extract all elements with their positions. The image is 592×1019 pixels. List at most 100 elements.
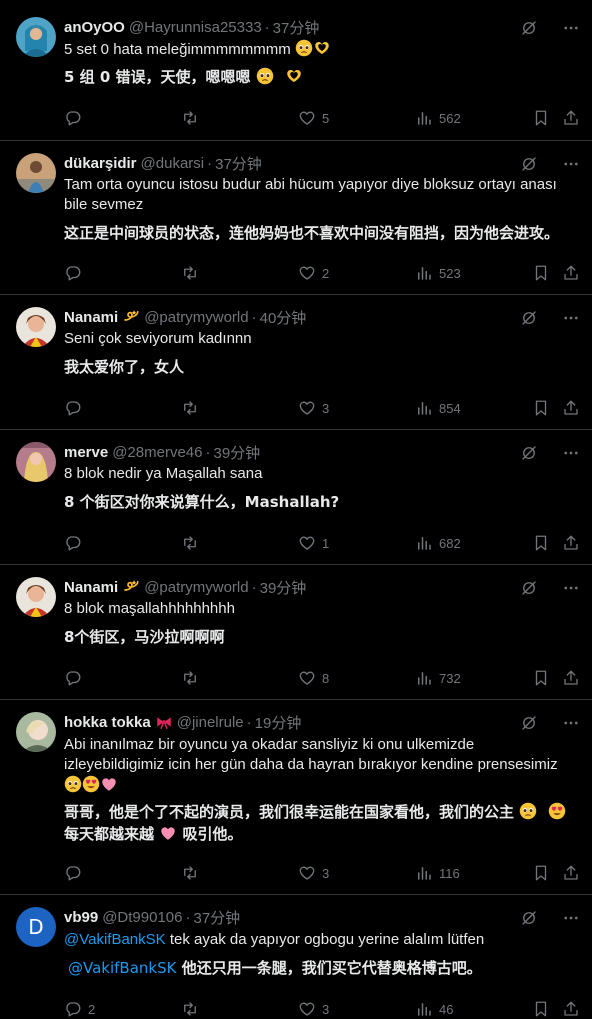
mention-link[interactable]: @VakifBankSK bbox=[68, 959, 176, 977]
tweet[interactable]: hokka tokka @jinelrule · 19分钟 Abi inanıl… bbox=[0, 700, 592, 895]
author-handle[interactable]: @28merve46 bbox=[112, 444, 202, 461]
bookmark-button[interactable] bbox=[532, 263, 550, 283]
like-button[interactable]: 5 bbox=[298, 108, 329, 128]
tweet[interactable]: Nanami @patrymyworld · 39分钟 8 blok maşal… bbox=[0, 565, 592, 700]
reply-button[interactable] bbox=[64, 533, 88, 553]
avatar[interactable] bbox=[16, 442, 56, 482]
grok-icon[interactable] bbox=[520, 309, 538, 327]
like-count: 2 bbox=[322, 265, 330, 281]
like-button[interactable]: 1 bbox=[298, 533, 329, 553]
views-button[interactable]: 523 bbox=[415, 263, 461, 283]
reply-button[interactable] bbox=[64, 108, 88, 128]
retweet-button[interactable] bbox=[181, 398, 205, 418]
tweet-text-content: Abi inanılmaz bir oyuncu ya okadar sansl… bbox=[64, 736, 558, 773]
bookmark-button[interactable] bbox=[532, 863, 550, 883]
reply-button[interactable] bbox=[64, 863, 88, 883]
share-button[interactable] bbox=[562, 108, 580, 128]
timestamp[interactable]: 40分钟 bbox=[260, 307, 307, 328]
retweet-button[interactable] bbox=[181, 533, 205, 553]
grok-icon[interactable] bbox=[520, 579, 538, 597]
more-icon[interactable] bbox=[562, 579, 580, 597]
timestamp[interactable]: 37分钟 bbox=[215, 153, 262, 174]
like-button[interactable]: 3 bbox=[298, 999, 329, 1019]
author-name[interactable]: hokka tokka bbox=[64, 714, 151, 731]
timestamp[interactable]: 37分钟 bbox=[273, 17, 320, 38]
bookmark-button[interactable] bbox=[532, 533, 550, 553]
more-icon[interactable] bbox=[562, 19, 580, 37]
action-bar: 2 523 bbox=[64, 263, 582, 283]
views-button[interactable]: 562 bbox=[415, 108, 461, 128]
reply-button[interactable] bbox=[64, 263, 88, 283]
retweet-button[interactable] bbox=[181, 108, 205, 128]
tweet[interactable]: Nanami @patrymyworld · 40分钟 Seni çok sev… bbox=[0, 295, 592, 430]
avatar[interactable] bbox=[16, 17, 56, 57]
like-count: 3 bbox=[322, 400, 330, 416]
views-button[interactable]: 46 bbox=[415, 999, 453, 1019]
avatar[interactable] bbox=[16, 712, 56, 752]
share-button[interactable] bbox=[562, 533, 580, 553]
like-button[interactable]: 8 bbox=[298, 668, 329, 688]
author-name[interactable]: dükarşidir bbox=[64, 155, 137, 172]
author-handle[interactable]: @jinelrule bbox=[177, 714, 244, 731]
tweet-text-content: 5 set 0 hata meleğimmmmmmmm bbox=[64, 41, 291, 58]
share-button[interactable] bbox=[562, 863, 580, 883]
heart-hands-emoji bbox=[285, 67, 303, 85]
views-button[interactable]: 682 bbox=[415, 533, 461, 553]
author-handle[interactable]: @Dt990106 bbox=[102, 909, 182, 926]
retweet-button[interactable] bbox=[181, 668, 205, 688]
retweet-button[interactable] bbox=[181, 263, 205, 283]
grok-icon[interactable] bbox=[520, 19, 538, 37]
more-icon[interactable] bbox=[562, 444, 580, 462]
author-name[interactable]: vb99 bbox=[64, 909, 98, 926]
like-count: 1 bbox=[322, 535, 330, 551]
bookmark-button[interactable] bbox=[532, 999, 550, 1019]
avatar[interactable] bbox=[16, 153, 56, 193]
bookmark-button[interactable] bbox=[532, 398, 550, 418]
views-button[interactable]: 116 bbox=[415, 863, 460, 883]
grok-icon[interactable] bbox=[520, 909, 538, 927]
author-name[interactable]: anOyOO bbox=[64, 19, 125, 36]
tweet[interactable]: merve @28merve46 · 39分钟 8 blok nedir ya … bbox=[0, 430, 592, 565]
retweet-button[interactable] bbox=[181, 863, 205, 883]
reply-button[interactable]: 2 bbox=[64, 999, 95, 1019]
author-name[interactable]: Nanami bbox=[64, 309, 118, 326]
author-name[interactable]: Nanami bbox=[64, 579, 118, 596]
like-button[interactable]: 3 bbox=[298, 398, 329, 418]
author-handle[interactable]: @patrymyworld bbox=[144, 309, 248, 326]
share-button[interactable] bbox=[562, 398, 580, 418]
author-handle[interactable]: @Hayrunnisa25333 bbox=[129, 19, 262, 36]
grok-icon[interactable] bbox=[520, 714, 538, 732]
bookmark-button[interactable] bbox=[532, 108, 550, 128]
tweet[interactable]: D vb99 @Dt990106 · 37分钟 @VakifBankSK tek… bbox=[0, 895, 592, 1019]
author-name[interactable]: merve bbox=[64, 444, 108, 461]
timestamp[interactable]: 39分钟 bbox=[260, 577, 307, 598]
retweet-button[interactable] bbox=[181, 999, 205, 1019]
bookmark-button[interactable] bbox=[532, 668, 550, 688]
author-handle[interactable]: @patrymyworld bbox=[144, 579, 248, 596]
more-icon[interactable] bbox=[562, 309, 580, 327]
tweet[interactable]: anOyOO @Hayrunnisa25333 · 37分钟 5 set 0 h… bbox=[0, 5, 592, 141]
more-icon[interactable] bbox=[562, 155, 580, 173]
avatar[interactable] bbox=[16, 577, 56, 617]
like-button[interactable]: 2 bbox=[298, 263, 329, 283]
views-button[interactable]: 732 bbox=[415, 668, 461, 688]
reply-button[interactable] bbox=[64, 398, 88, 418]
avatar[interactable] bbox=[16, 307, 56, 347]
share-button[interactable] bbox=[562, 668, 580, 688]
like-button[interactable]: 3 bbox=[298, 863, 329, 883]
timestamp[interactable]: 37分钟 bbox=[193, 907, 240, 928]
views-button[interactable]: 854 bbox=[415, 398, 461, 418]
grok-icon[interactable] bbox=[520, 444, 538, 462]
share-button[interactable] bbox=[562, 263, 580, 283]
timestamp[interactable]: 19分钟 bbox=[255, 712, 302, 733]
tweet[interactable]: dükarşidir @dukarsi · 37分钟 Tam orta oyun… bbox=[0, 141, 592, 295]
timestamp[interactable]: 39分钟 bbox=[213, 442, 260, 463]
grok-icon[interactable] bbox=[520, 155, 538, 173]
more-icon[interactable] bbox=[562, 714, 580, 732]
author-handle[interactable]: @dukarsi bbox=[141, 155, 205, 172]
more-icon[interactable] bbox=[562, 909, 580, 927]
mention-link[interactable]: @VakifBankSK bbox=[64, 931, 166, 948]
share-button[interactable] bbox=[562, 999, 580, 1019]
reply-button[interactable] bbox=[64, 668, 88, 688]
avatar[interactable]: D bbox=[16, 907, 56, 947]
